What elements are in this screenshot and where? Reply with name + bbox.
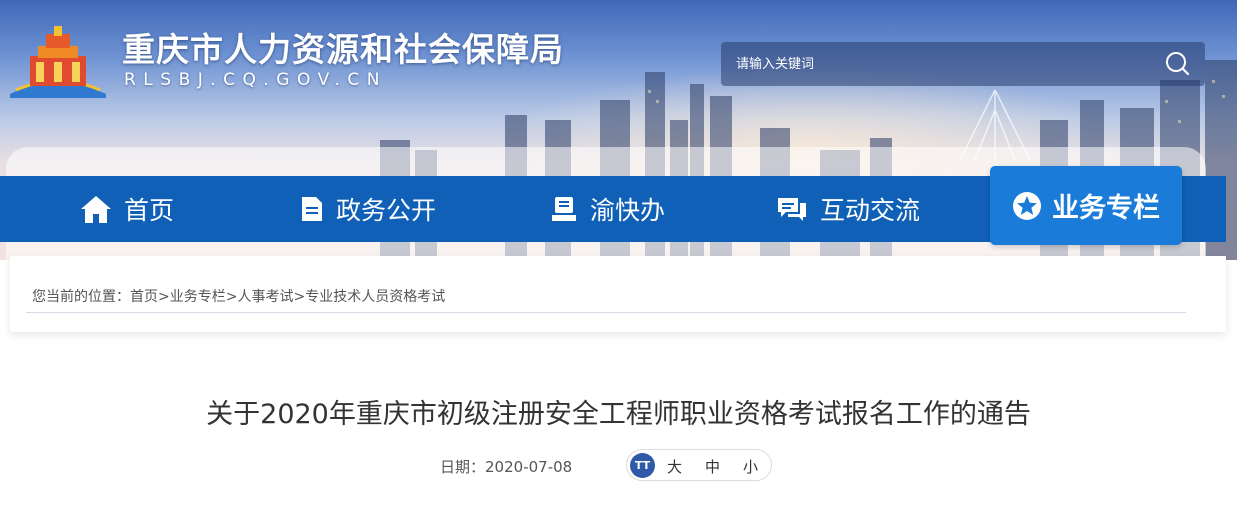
font-size-medium-button[interactable]: 中 <box>705 456 720 477</box>
site-domain: RLSBJ.CQ.GOV.CN <box>124 70 387 90</box>
article-date: 日期：2020-07-08 <box>440 456 572 477</box>
star-icon <box>1013 191 1041 220</box>
date-value: 2020-07-08 <box>485 458 573 476</box>
chat-icon <box>778 198 806 221</box>
search-icon <box>1166 52 1190 76</box>
breadcrumb: 您当前的位置：首页>业务专栏>人事考试>专业技术人员资格考试 <box>32 286 445 306</box>
breadcrumb-link-home[interactable]: 首页 <box>130 289 158 305</box>
nav-item-label: 政务公开 <box>336 196 437 225</box>
date-label: 日期： <box>440 458 486 476</box>
font-size-icon: TT <box>630 453 655 478</box>
breadcrumb-separator: > <box>225 289 238 305</box>
article-title: 关于2020年重庆市初级注册安全工程师职业资格考试报名工作的通告 <box>206 399 1031 430</box>
document-icon <box>302 197 322 221</box>
nav-special-label: 业务专栏 <box>1052 193 1160 224</box>
nav-item-home[interactable]: 首页 <box>80 176 174 242</box>
breadcrumb-link-personnel-exam[interactable]: 人事考试 <box>237 289 293 305</box>
breadcrumb-link-business[interactable]: 业务专栏 <box>170 289 226 305</box>
font-size-large-button[interactable]: 大 <box>667 456 682 477</box>
breadcrumb-divider <box>26 312 1186 313</box>
nav-item-business-column[interactable]: 业务专栏 <box>990 166 1182 245</box>
nav-item-label: 首页 <box>124 196 175 225</box>
nav-item-label: 互动交流 <box>820 196 921 225</box>
breadcrumb-separator: > <box>293 289 306 305</box>
home-icon <box>81 196 111 223</box>
search-input[interactable] <box>721 42 1151 86</box>
nav-item-label: 渝快办 <box>590 196 666 225</box>
font-size-switcher: TT 大 中 小 <box>626 449 772 481</box>
breadcrumb-link-professional-exam[interactable]: 专业技术人员资格考试 <box>305 289 445 305</box>
font-size-small-button[interactable]: 小 <box>743 456 758 477</box>
search-bar <box>721 42 1205 86</box>
breadcrumb-separator: > <box>158 289 170 305</box>
search-button[interactable] <box>1155 42 1205 86</box>
breadcrumb-prefix: 您当前的位置： <box>32 289 130 305</box>
site-logo[interactable] <box>8 20 108 100</box>
site-title: 重庆市人力资源和社会保障局 <box>122 30 564 69</box>
nav-item-yukuaiban[interactable]: 渝快办 <box>550 176 665 242</box>
nav-item-interaction[interactable]: 互动交流 <box>776 176 920 242</box>
service-icon <box>552 197 576 221</box>
nav-item-public-affairs[interactable]: 政务公开 <box>300 176 436 242</box>
